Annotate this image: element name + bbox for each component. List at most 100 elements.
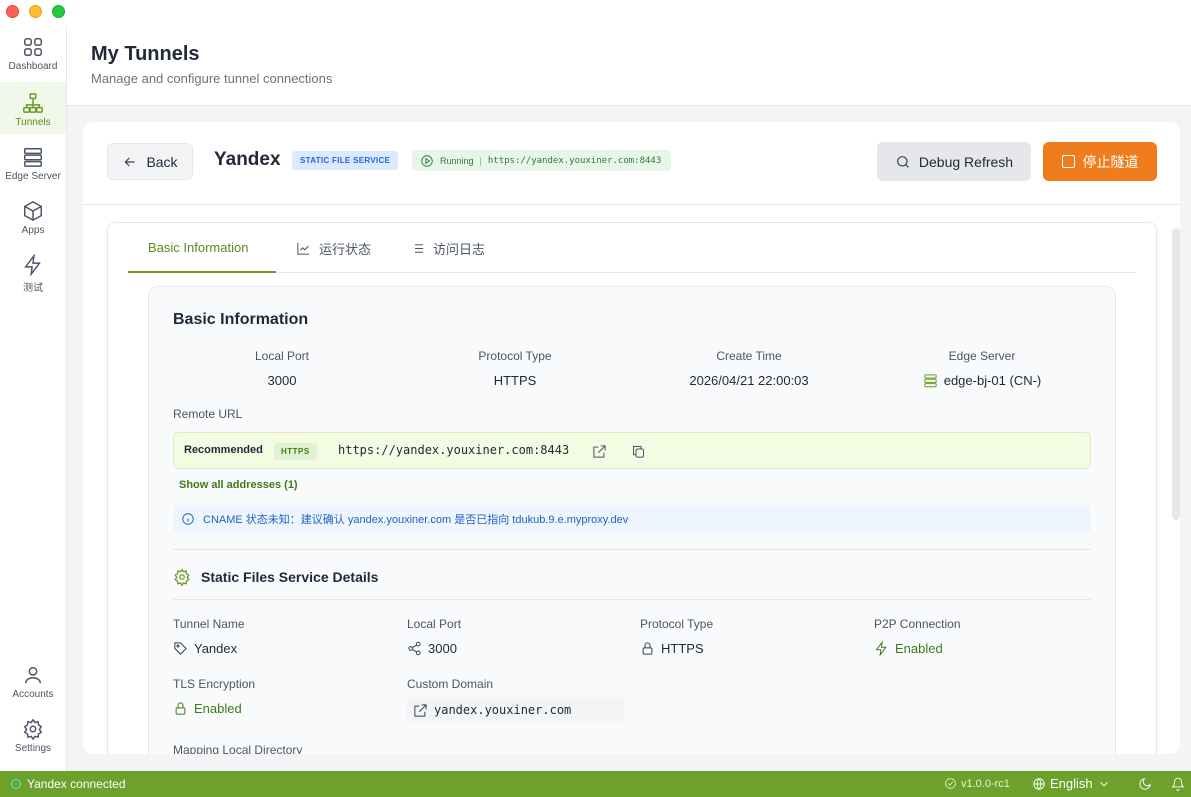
tab-runtime-status[interactable]: 运行状态 xyxy=(276,223,391,273)
status-separator: | xyxy=(479,155,482,166)
sidebar: Dashboard Tunnels Edge Server Apps 测试 Ac… xyxy=(0,26,67,771)
detail-tls-encryption: TLS Encryption Enabled xyxy=(173,677,393,716)
status-badge: Running | https://yandex.youxiner.com:84… xyxy=(412,150,672,171)
list-icon xyxy=(411,243,424,253)
custom-domain-text: yandex.youxiner.com xyxy=(434,703,572,717)
copy-url-button[interactable] xyxy=(626,439,650,463)
detail-p2p-connection: P2P Connection Enabled xyxy=(874,617,1094,656)
detail-value-text: HTTPS xyxy=(661,641,704,656)
tab-basic-information[interactable]: Basic Information xyxy=(128,223,276,273)
version-info: v1.0.0-rc1 xyxy=(944,777,1010,790)
tab-bar: Basic Information 运行状态 访问日志 xyxy=(128,223,1136,273)
info-label: Edge Server xyxy=(948,349,1016,363)
gear-icon xyxy=(174,568,190,586)
stop-tunnel-button[interactable]: 停止隧道 xyxy=(1043,142,1157,181)
section-divider xyxy=(173,549,1091,550)
tab-label: 运行状态 xyxy=(319,241,372,257)
detail-label: Mapping Local Directory xyxy=(173,743,303,754)
info-create-time: Create Time 2026/04/21 22:00:03 xyxy=(639,349,859,388)
details-divider xyxy=(173,599,1091,600)
chevron-down-icon xyxy=(1099,781,1108,786)
detail-value: Enabled xyxy=(874,641,1094,656)
sidebar-item-dashboard[interactable]: Dashboard xyxy=(0,26,66,78)
language-selector[interactable]: English xyxy=(1032,776,1111,791)
sidebar-item-label: Dashboard xyxy=(8,61,58,72)
show-all-addresses-link[interactable]: Show all addresses (1) xyxy=(179,479,298,491)
info-edge-server: Edge Server edge-bj-01 (CN-) xyxy=(872,349,1092,388)
sidebar-item-label: Settings xyxy=(14,743,52,754)
recommended-label: Recommended xyxy=(184,444,263,456)
server-icon xyxy=(24,148,42,167)
custom-domain-value[interactable]: yandex.youxiner.com xyxy=(407,697,624,723)
info-icon xyxy=(182,513,194,525)
detail-label: Protocol Type xyxy=(640,617,714,631)
protocol-badge: HTTPS xyxy=(274,443,317,460)
lightning-icon xyxy=(875,641,887,656)
detail-value: HTTPS xyxy=(640,641,860,656)
cname-note-text: CNAME 状态未知：建议确认 yandex.youxiner.com 是否已指… xyxy=(203,514,629,526)
language-text: English xyxy=(1050,776,1093,791)
tab-label: 访问日志 xyxy=(433,241,486,257)
close-window-button[interactable] xyxy=(6,5,19,18)
detail-mapping-directory: Mapping Local Directory xyxy=(173,743,393,754)
sidebar-item-tunnels[interactable]: Tunnels xyxy=(0,82,66,134)
status-url: https://yandex.youxiner.com:8443 xyxy=(487,155,662,166)
detail-tunnel-name: Tunnel Name Yandex xyxy=(173,617,393,656)
detail-value-text: Enabled xyxy=(895,641,943,656)
info-label: Local Port xyxy=(254,349,310,363)
tunnel-detail-card: Back Yandex STATIC FILE SERVICE Running … xyxy=(83,122,1180,754)
page-header: My Tunnels Manage and configure tunnel c… xyxy=(67,26,1191,106)
version-text: v1.0.0-rc1 xyxy=(961,777,1010,790)
theme-toggle[interactable] xyxy=(1138,777,1152,794)
tab-access-log[interactable]: 访问日志 xyxy=(390,223,505,273)
scrollbar-thumb[interactable] xyxy=(1172,228,1180,520)
page-subtitle: Manage and configure tunnel connections xyxy=(91,71,333,86)
remote-url-label: Remote URL xyxy=(173,407,243,421)
notifications-button[interactable] xyxy=(1171,777,1185,794)
info-value-text: 2026/04/21 22:00:03 xyxy=(689,373,809,388)
details-title-text: Static Files Service Details xyxy=(201,569,379,585)
stop-tunnel-label: 停止隧道 xyxy=(1082,153,1139,170)
copy-icon xyxy=(632,445,644,458)
user-icon xyxy=(24,666,42,684)
sidebar-item-test[interactable]: 测试 xyxy=(0,244,66,296)
debug-refresh-button[interactable]: Debug Refresh xyxy=(877,142,1031,181)
connection-status-text: Yandex connected xyxy=(27,777,126,791)
tab-label: Basic Information xyxy=(148,239,249,255)
sidebar-item-edge-server[interactable]: Edge Server xyxy=(0,136,66,188)
info-local-port: Local Port 3000 xyxy=(172,349,392,388)
connection-indicator xyxy=(11,779,21,789)
tunnel-name: Yandex xyxy=(214,149,281,170)
info-value: 3000 xyxy=(172,373,392,388)
moon-icon xyxy=(1139,778,1151,790)
sidebar-item-label: Tunnels xyxy=(15,117,51,128)
sidebar-item-settings[interactable]: Settings xyxy=(0,708,66,760)
cname-info-banner: CNAME 状态未知：建议确认 yandex.youxiner.com 是否已指… xyxy=(173,505,1091,533)
back-button[interactable]: Back xyxy=(107,143,193,180)
detail-label: Custom Domain xyxy=(407,677,494,691)
check-circle-icon xyxy=(945,778,956,789)
lightning-icon xyxy=(24,254,41,276)
open-url-button[interactable] xyxy=(587,439,611,463)
section-title: Basic Information xyxy=(173,311,309,328)
detail-value: Enabled xyxy=(173,701,393,716)
main-content: Back Yandex STATIC FILE SERVICE Running … xyxy=(67,106,1191,771)
external-link-icon xyxy=(592,444,606,458)
box-icon xyxy=(24,200,42,222)
maximize-window-button[interactable] xyxy=(52,5,65,18)
gear-icon xyxy=(23,718,43,740)
detail-value: 3000 xyxy=(407,641,627,656)
sidebar-item-apps[interactable]: Apps xyxy=(0,190,66,242)
sidebar-item-accounts[interactable]: Accounts xyxy=(0,654,66,706)
back-label: Back xyxy=(146,153,178,170)
globe-icon xyxy=(1033,777,1045,790)
service-type-badge: STATIC FILE SERVICE xyxy=(292,151,399,170)
info-value-text: 3000 xyxy=(267,373,297,388)
detail-value: Yandex xyxy=(173,641,393,656)
info-value-text: HTTPS xyxy=(493,373,537,388)
minimize-window-button[interactable] xyxy=(29,5,42,18)
detail-label: TLS Encryption xyxy=(173,677,256,691)
lock-icon xyxy=(175,702,186,715)
detail-protocol-type: Protocol Type HTTPS xyxy=(640,617,860,656)
info-value: edge-bj-01 (CN-) xyxy=(872,373,1092,388)
